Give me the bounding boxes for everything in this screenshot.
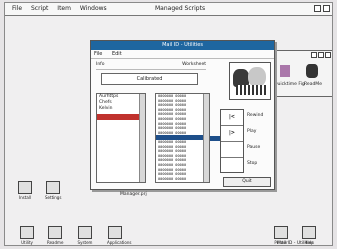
desktop-icon-readme[interactable]: Readme	[47, 226, 63, 245]
menubar-title: Managed Scripts	[155, 5, 206, 12]
printer-icon	[274, 226, 288, 239]
names-list[interactable]: Aurhttps Chefs Kelvin	[96, 93, 146, 183]
worksheet-label: Worksheet	[182, 62, 206, 67]
minimize-icon[interactable]	[314, 5, 321, 12]
readme-icon[interactable]	[306, 64, 318, 78]
stop-button[interactable]	[221, 158, 243, 173]
rewind-label: Rewind	[247, 113, 264, 118]
desktop-icon-applications[interactable]: Applications	[107, 226, 131, 245]
data-row[interactable]: 0000000 00000	[158, 177, 209, 182]
preview-image	[229, 62, 271, 100]
data-list-scrollbar[interactable]	[203, 94, 209, 182]
install-icon	[18, 181, 32, 194]
readme-doc-icon	[48, 226, 62, 239]
applications-icon	[108, 226, 122, 239]
play-label: Play	[247, 129, 257, 134]
menu-windows[interactable]: Windows	[80, 5, 107, 12]
side-maximize-icon[interactable]	[318, 52, 324, 58]
quicktime-label: Quicktime Fig	[274, 82, 305, 87]
transport-labels: Rewind Play Pause Stop	[247, 113, 263, 177]
play-button[interactable]: |>	[221, 126, 243, 142]
help-icon	[302, 226, 316, 239]
desktop-icon-settings[interactable]: Settings	[45, 181, 61, 200]
rewind-button[interactable]: |<	[221, 110, 243, 126]
side-minimize-icon[interactable]	[311, 52, 317, 58]
menu-script[interactable]: Script	[31, 5, 48, 12]
maximize-icon[interactable]	[323, 5, 330, 12]
side-window: Quicktime Fig ReadMe	[267, 50, 332, 97]
taskbar-caption: Mail ID - Utilities	[277, 241, 314, 246]
pause-button[interactable]	[221, 142, 243, 158]
info-label: Info	[96, 62, 105, 67]
calibrated-field[interactable]: Calibrated	[101, 73, 198, 85]
desktop-icon-utility[interactable]: Utility	[19, 226, 35, 245]
menu-item[interactable]: Item	[57, 5, 71, 12]
stop-label: Stop	[247, 161, 258, 166]
dialog-title: Mail ID - Utilities	[91, 41, 274, 50]
data-list[interactable]: 0000000 00000 0000000 00000 0000000 00000 0…	[155, 93, 210, 183]
names-list-scrollbar[interactable]	[139, 94, 145, 182]
dialog-info-row: Info Worksheet	[96, 62, 206, 70]
utility-icon	[20, 226, 34, 239]
desktop-screen: File Script Item Windows Managed Scripts…	[4, 2, 333, 246]
pause-label: Pause	[247, 145, 261, 150]
desktop-icon-system[interactable]: System	[77, 226, 93, 245]
system-icon	[78, 226, 92, 239]
quit-button[interactable]: Quit	[223, 177, 271, 187]
settings-icon	[46, 181, 60, 194]
selected-row-highlight	[97, 114, 145, 120]
list-item[interactable]: Kelvin	[97, 106, 145, 112]
dialog-menu-file[interactable]: File	[94, 51, 102, 57]
quicktime-icon[interactable]	[280, 65, 290, 77]
desktop-icon-install[interactable]: Install	[17, 181, 33, 200]
selected-data-row	[156, 135, 209, 140]
menu-file[interactable]: File	[12, 5, 22, 12]
menu-bar: File Script Item Windows Managed Scripts	[5, 3, 332, 16]
dialog-menu-edit[interactable]: Edit	[112, 51, 122, 57]
dialog-menu: File Edit	[91, 50, 274, 59]
readme-label: ReadMe	[304, 82, 322, 87]
side-close-icon[interactable]	[325, 52, 331, 58]
dialog-caption: Manager.prj	[120, 192, 147, 197]
transport-controls: |< |>	[220, 109, 244, 173]
